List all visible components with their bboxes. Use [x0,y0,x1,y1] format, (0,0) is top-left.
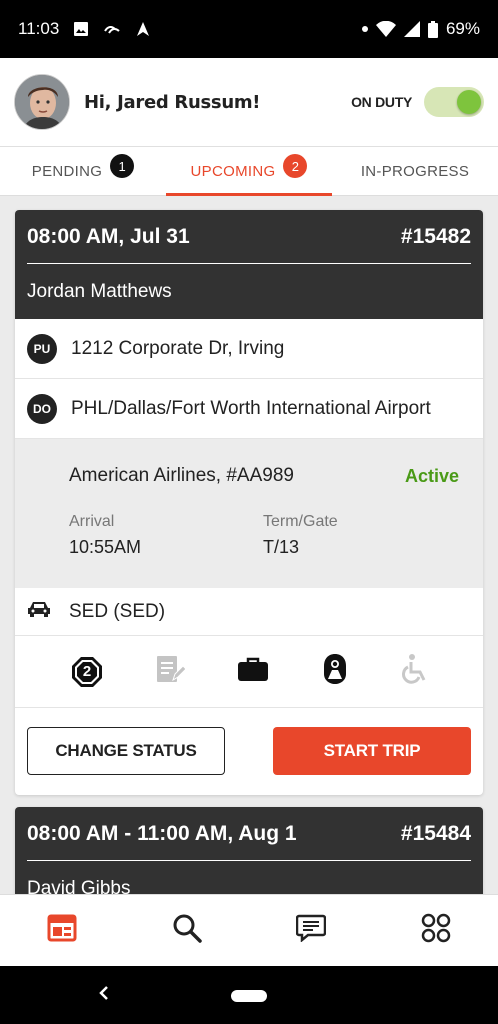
flight-name: American Airlines, #AA989 [69,465,294,486]
tab-in-progress[interactable]: IN-PROGRESS [332,147,498,195]
notes-icon [155,654,187,689]
avatar[interactable] [14,74,70,130]
luggage-icon [237,656,269,687]
dot-icon [361,26,368,32]
wifi-icon [375,21,396,37]
gate-value: T/13 [263,537,300,557]
duty-label: ON DUTY [351,94,412,110]
battery-percent: 69% [445,19,480,38]
trips-icon [47,914,77,947]
trip-number: #15482 [400,224,471,248]
dropoff-address: PHL/Dallas/Fort Worth International Airp… [71,397,431,419]
tab-pending-label: PENDING [31,162,103,180]
greeting-text: Hi, Jared Russum! [84,91,261,113]
arrival-time: 10:55AM [69,537,142,557]
gate-label: Term/Gate [263,513,338,530]
start-trip-button[interactable]: START TRIP [273,727,471,775]
trip-card-header: 08:00 AM, Jul 31 #15482 Jordan Matthews [15,210,483,319]
tab-upcoming-label: UPCOMING [190,162,276,180]
passenger-count: 2 [82,663,92,680]
child-seat-icon [321,653,349,690]
pickup-address: 1212 Corporate Dr, Irving [71,337,285,359]
trip-card-header: 08:00 AM - 11:00 AM, Aug 1 #15484 David … [15,807,483,907]
app-header: Hi, Jared Russum! ON DUTY [0,58,498,146]
back-icon[interactable] [98,984,110,1007]
trip-amenities: 2 [15,636,483,708]
vehicle-row: SED (SED) [15,588,483,636]
arrival-label: Arrival [69,513,115,530]
system-nav-bar [0,966,498,1024]
tab-upcoming-badge: 2 [283,154,308,178]
dropoff-badge: DO [27,393,57,424]
passenger-name: Jordan Matthews [27,280,172,302]
tab-in-progress-label: IN-PROGRESS [360,162,470,180]
trip-number: #15484 [400,821,471,845]
status-time: 11:03 [18,19,60,38]
status-bar: 11:03 69% [0,0,498,58]
tab-pending[interactable]: PENDING 1 [0,147,166,195]
trip-datetime: 08:00 AM, Jul 31 [27,224,190,248]
bottom-nav [0,894,498,966]
trip-datetime: 08:00 AM - 11:00 AM, Aug 1 [27,821,297,845]
trip-actions: CHANGE STATUS START TRIP [15,708,483,794]
nav-trips[interactable] [32,901,92,961]
vehicle-type: SED (SED) [69,600,166,622]
change-status-button[interactable]: CHANGE STATUS [27,727,225,775]
on-duty-toggle[interactable] [424,87,484,117]
wheelchair-icon [401,654,427,689]
tab-pending-badge: 1 [110,154,135,178]
toggle-knob [457,90,481,114]
grid-icon [421,913,451,948]
search-icon [172,913,202,948]
dropoff-row[interactable]: DO PHL/Dallas/Fort Worth International A… [15,379,483,439]
signal-icon [403,21,420,37]
car-icon [27,601,51,623]
flight-status: Active [404,465,459,486]
nav-search[interactable] [157,901,217,961]
navigation-notification-icon [135,21,151,37]
nav-messages[interactable] [281,901,341,961]
tab-upcoming[interactable]: UPCOMING 2 [166,147,332,196]
pickup-badge: PU [27,333,57,364]
trip-card[interactable]: 08:00 AM, Jul 31 #15482 Jordan Matthews … [15,210,483,795]
image-notification-icon [73,21,89,37]
trip-tabs: PENDING 1 UPCOMING 2 IN-PROGRESS [0,146,498,196]
pickup-row[interactable]: PU 1212 Corporate Dr, Irving [15,319,483,379]
battery-icon [427,20,438,38]
passenger-count-icon: 2 [71,656,103,688]
flight-info: American Airlines, #AA989 Active Arrival… [15,439,483,588]
nav-more[interactable] [406,901,466,961]
home-pill[interactable] [231,990,267,1002]
chat-icon [296,914,327,947]
link-notification-icon [103,21,121,37]
trip-card[interactable]: 08:00 AM - 11:00 AM, Aug 1 #15484 David … [15,807,483,907]
